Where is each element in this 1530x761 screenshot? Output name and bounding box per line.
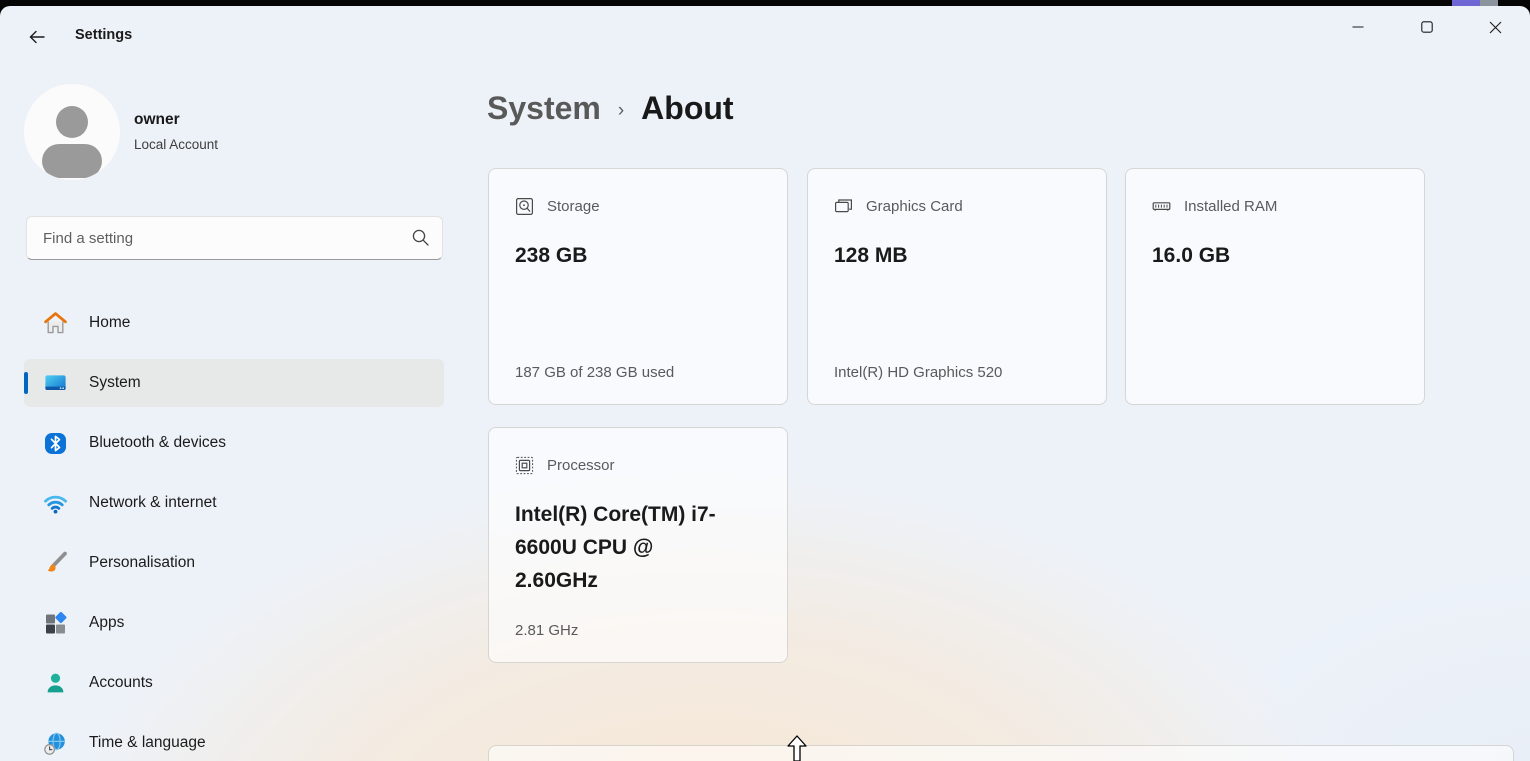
close-icon — [1489, 21, 1502, 34]
back-arrow-icon — [27, 27, 47, 47]
titlebar: Settings — [0, 6, 1530, 54]
graphics-card-card[interactable]: Graphics Card 128 MB Intel(R) HD Graphic… — [807, 168, 1107, 405]
system-icon — [42, 370, 69, 397]
personalisation-icon — [42, 550, 69, 577]
selected-accent-bar — [24, 372, 28, 394]
processor-icon — [515, 456, 534, 475]
sidebar-item-apps[interactable]: Apps — [24, 599, 444, 647]
graphics-card-icon — [834, 197, 853, 216]
maximize-icon — [1421, 21, 1433, 33]
storage-icon — [515, 197, 534, 216]
apps-icon — [42, 610, 69, 637]
card-value: 238 GB — [515, 239, 729, 272]
close-button[interactable] — [1461, 6, 1530, 48]
back-button[interactable] — [22, 22, 52, 52]
sidebar-item-system[interactable]: System — [24, 359, 444, 407]
card-label: Graphics Card — [866, 198, 963, 215]
mouse-cursor — [786, 735, 808, 761]
breadcrumb-system-link[interactable]: System — [487, 90, 601, 127]
accounts-icon — [42, 670, 69, 697]
installed-ram-card[interactable]: Installed RAM 16.0 GB — [1125, 168, 1425, 405]
processor-card[interactable]: Processor Intel(R) Core(TM) i7-6600U CPU… — [488, 427, 788, 663]
page-title: About — [641, 90, 733, 127]
card-value: 128 MB — [834, 239, 1048, 272]
user-name: owner — [134, 111, 180, 129]
card-label: Installed RAM — [1184, 198, 1277, 215]
sidebar-item-network-internet[interactable]: Network & internet — [24, 479, 444, 527]
sidebar-item-time-language[interactable]: Time & language — [24, 719, 444, 761]
user-account-type: Local Account — [134, 137, 218, 152]
card-label: Processor — [547, 457, 615, 474]
settings-window: Settings owner Local Account — [0, 6, 1530, 761]
bottom-partial-card[interactable] — [488, 745, 1514, 761]
sidebar-nav: Home System — [24, 299, 444, 761]
sidebar-item-accounts[interactable]: Accounts — [24, 659, 444, 707]
minimize-icon — [1352, 21, 1364, 33]
avatar — [24, 84, 120, 180]
ram-icon — [1152, 197, 1171, 216]
app-title: Settings — [75, 27, 132, 43]
sidebar-item-bluetooth-devices[interactable]: Bluetooth & devices — [24, 419, 444, 467]
search-box — [26, 216, 443, 260]
breadcrumb: System › About — [487, 90, 734, 127]
search-input[interactable] — [26, 216, 443, 260]
minimize-button[interactable] — [1323, 6, 1392, 48]
card-label: Storage — [547, 198, 600, 215]
card-footer: Intel(R) HD Graphics 520 — [834, 364, 1002, 381]
maximize-button[interactable] — [1392, 6, 1461, 48]
sidebar-item-personalisation[interactable]: Personalisation — [24, 539, 444, 587]
bluetooth-icon — [42, 430, 69, 457]
card-footer: 2.81 GHz — [515, 622, 578, 639]
card-value: Intel(R) Core(TM) i7-6600U CPU @ 2.60GHz — [515, 498, 729, 597]
card-footer: 187 GB of 238 GB used — [515, 364, 674, 381]
time-language-icon — [42, 730, 69, 757]
network-icon — [42, 490, 69, 517]
search-icon — [411, 228, 430, 247]
window-controls — [1323, 6, 1530, 48]
card-value: 16.0 GB — [1152, 239, 1366, 272]
user-account-card[interactable]: owner Local Account — [18, 78, 448, 188]
storage-card[interactable]: Storage 238 GB 187 GB of 238 GB used — [488, 168, 788, 405]
breadcrumb-chevron-icon: › — [618, 100, 624, 122]
sidebar-item-home[interactable]: Home — [24, 299, 444, 347]
home-icon — [42, 310, 69, 337]
